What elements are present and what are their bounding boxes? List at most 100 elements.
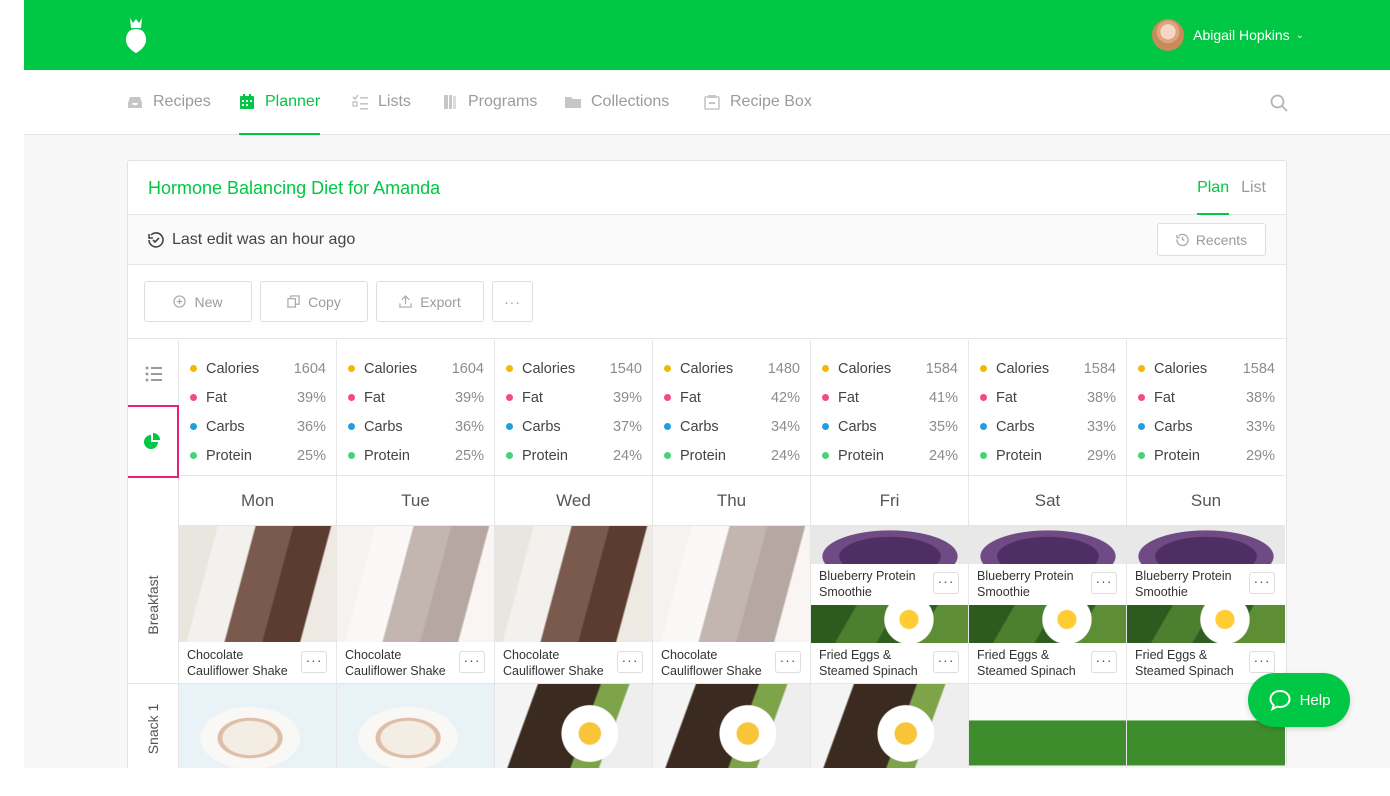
macro-row-fat: Fat 41% [822, 383, 958, 412]
recipe-menu-button[interactable]: ··· [933, 651, 959, 673]
macro-value: 1480 [767, 360, 800, 377]
macro-label: Fat [206, 389, 227, 406]
snack-cell[interactable] [969, 684, 1126, 768]
macro-row-carbs: Carbs 36% [190, 412, 326, 441]
snack-cell[interactable] [179, 684, 336, 768]
legend-dot [664, 394, 671, 401]
macro-row-calories: Calories 1604 [190, 354, 326, 383]
recipe-card[interactable]: Chocolate Cauliflower Shake ··· [653, 526, 810, 683]
export-button[interactable]: Export [376, 281, 484, 322]
recipe-card[interactable]: Fried Eggs & Steamed Spinach ··· [1127, 605, 1285, 683]
recents-button[interactable]: Recents [1157, 223, 1266, 256]
recipe-image[interactable] [179, 684, 336, 768]
breakfast-cell[interactable]: Chocolate Cauliflower Shake ··· [653, 526, 810, 684]
nav-item-recipes[interactable]: Recipes [127, 70, 211, 134]
recipe-image[interactable] [811, 684, 968, 768]
recipe-menu-button[interactable]: ··· [459, 651, 485, 673]
recipe-title: Fried Eggs & Steamed Spinach [1135, 648, 1234, 678]
macro-label: Fat [996, 389, 1017, 406]
recipe-card[interactable]: Chocolate Cauliflower Shake ··· [495, 526, 652, 683]
recipe-card[interactable]: Fried Eggs & Steamed Spinach ··· [969, 605, 1126, 683]
recipe-menu-button[interactable]: ··· [1249, 651, 1275, 673]
copy-icon [287, 295, 300, 308]
legend-dot [1138, 423, 1145, 430]
breakfast-cell[interactable]: Chocolate Cauliflower Shake ··· [495, 526, 652, 684]
recipe-menu-button[interactable]: ··· [1091, 651, 1117, 673]
nav-item-lists[interactable]: Lists [352, 70, 411, 134]
new-label: New [194, 293, 223, 310]
snack-cell[interactable] [337, 684, 494, 768]
top-bar: Abigail Hopkins ⌄ [24, 0, 1390, 70]
new-button[interactable]: New [144, 281, 252, 322]
help-button[interactable]: Help [1248, 673, 1350, 727]
macro-row-calories: Calories 1584 [822, 354, 958, 383]
nav-item-programs[interactable]: Programs [442, 70, 537, 134]
app-logo-icon[interactable] [124, 16, 148, 54]
recipe-card[interactable]: Chocolate Cauliflower Shake ··· [179, 526, 336, 683]
breakfast-cell[interactable]: Chocolate Cauliflower Shake ··· [337, 526, 494, 684]
search-icon[interactable] [1270, 94, 1288, 112]
macro-row-carbs: Carbs 33% [1138, 412, 1275, 441]
snack-cell[interactable] [811, 684, 968, 768]
nutrition-toggle-highlight[interactable] [128, 405, 179, 478]
recipe-card[interactable]: Blueberry Protein Smoothie ··· [969, 526, 1126, 605]
macro-row-carbs: Carbs 33% [980, 412, 1116, 441]
recipe-image[interactable] [495, 684, 652, 768]
copy-button[interactable]: Copy [260, 281, 368, 322]
recipe-image[interactable] [653, 684, 810, 768]
recipe-title: Chocolate Cauliflower Shake [187, 648, 288, 678]
macro-row-fat: Fat 39% [506, 383, 642, 412]
recipe-image [811, 605, 968, 643]
macro-label: Carbs [1154, 418, 1193, 435]
meal-label-breakfast: Breakfast [128, 526, 179, 684]
recipe-image [811, 526, 968, 564]
recipe-image[interactable] [969, 684, 1126, 768]
recipe-card[interactable]: Chocolate Cauliflower Shake ··· [337, 526, 494, 683]
macro-label: Fat [1154, 389, 1175, 406]
recipe-card[interactable]: Fried Eggs & Steamed Spinach ··· [811, 605, 968, 683]
macro-value: 29% [1086, 447, 1116, 464]
macro-row-protein: Protein 24% [664, 441, 800, 470]
macro-label: Protein [680, 447, 726, 464]
macro-row-carbs: Carbs 35% [822, 412, 958, 441]
nav-item-recipe-box[interactable]: Recipe Box [704, 70, 812, 134]
macro-label: Protein [1154, 447, 1200, 464]
snack-cell[interactable] [495, 684, 652, 768]
recipe-image[interactable] [337, 684, 494, 768]
legend-dot [1138, 394, 1145, 401]
recipe-menu-button[interactable]: ··· [617, 651, 643, 673]
edit-status-bar: Last edit was an hour ago Recents [128, 215, 1286, 265]
nav-item-planner[interactable]: Planner [239, 70, 321, 135]
breakfast-cell[interactable]: Blueberry Protein Smoothie ··· Fried Eggs … [811, 526, 968, 684]
tab-plan[interactable]: Plan [1197, 161, 1230, 215]
plan-title[interactable]: Hormone Balancing Diet for Amanda [148, 178, 440, 199]
day-name: Fri [811, 476, 968, 526]
recipe-menu-button[interactable]: ··· [1091, 572, 1117, 594]
macro-row-calories: Calories 1584 [980, 354, 1116, 383]
nav-item-collections[interactable]: Collections [565, 70, 669, 134]
recipe-menu-button[interactable]: ··· [933, 572, 959, 594]
macro-row-calories: Calories 1540 [506, 354, 642, 383]
recipe-menu-button[interactable]: ··· [1249, 572, 1275, 594]
legend-dot [348, 365, 355, 372]
day-name: Mon [179, 476, 336, 526]
recipe-card[interactable]: Blueberry Protein Smoothie ··· [1127, 526, 1285, 605]
legend-dot [980, 423, 987, 430]
recipe-menu-button[interactable]: ··· [775, 651, 801, 673]
breakfast-cell[interactable]: Blueberry Protein Smoothie ··· Fried Eggs … [969, 526, 1126, 684]
macro-label: Carbs [838, 418, 877, 435]
more-options-button[interactable]: ··· [492, 281, 533, 322]
recipe-card[interactable]: Blueberry Protein Smoothie ··· [811, 526, 968, 605]
snack-cell[interactable] [653, 684, 810, 768]
day-name: Thu [653, 476, 810, 526]
list-view-icon[interactable] [145, 366, 162, 382]
user-menu[interactable]: Abigail Hopkins ⌄ [1152, 19, 1304, 51]
breakfast-cell[interactable]: Chocolate Cauliflower Shake ··· [179, 526, 336, 684]
macro-label: Protein [838, 447, 884, 464]
export-label: Export [420, 293, 461, 310]
breakfast-cell[interactable]: Blueberry Protein Smoothie ··· Fried Eggs … [1127, 526, 1285, 684]
recipe-image [337, 526, 494, 642]
recipe-menu-button[interactable]: ··· [301, 651, 327, 673]
tab-list[interactable]: List [1241, 161, 1266, 215]
macro-value: 38% [1245, 389, 1275, 406]
